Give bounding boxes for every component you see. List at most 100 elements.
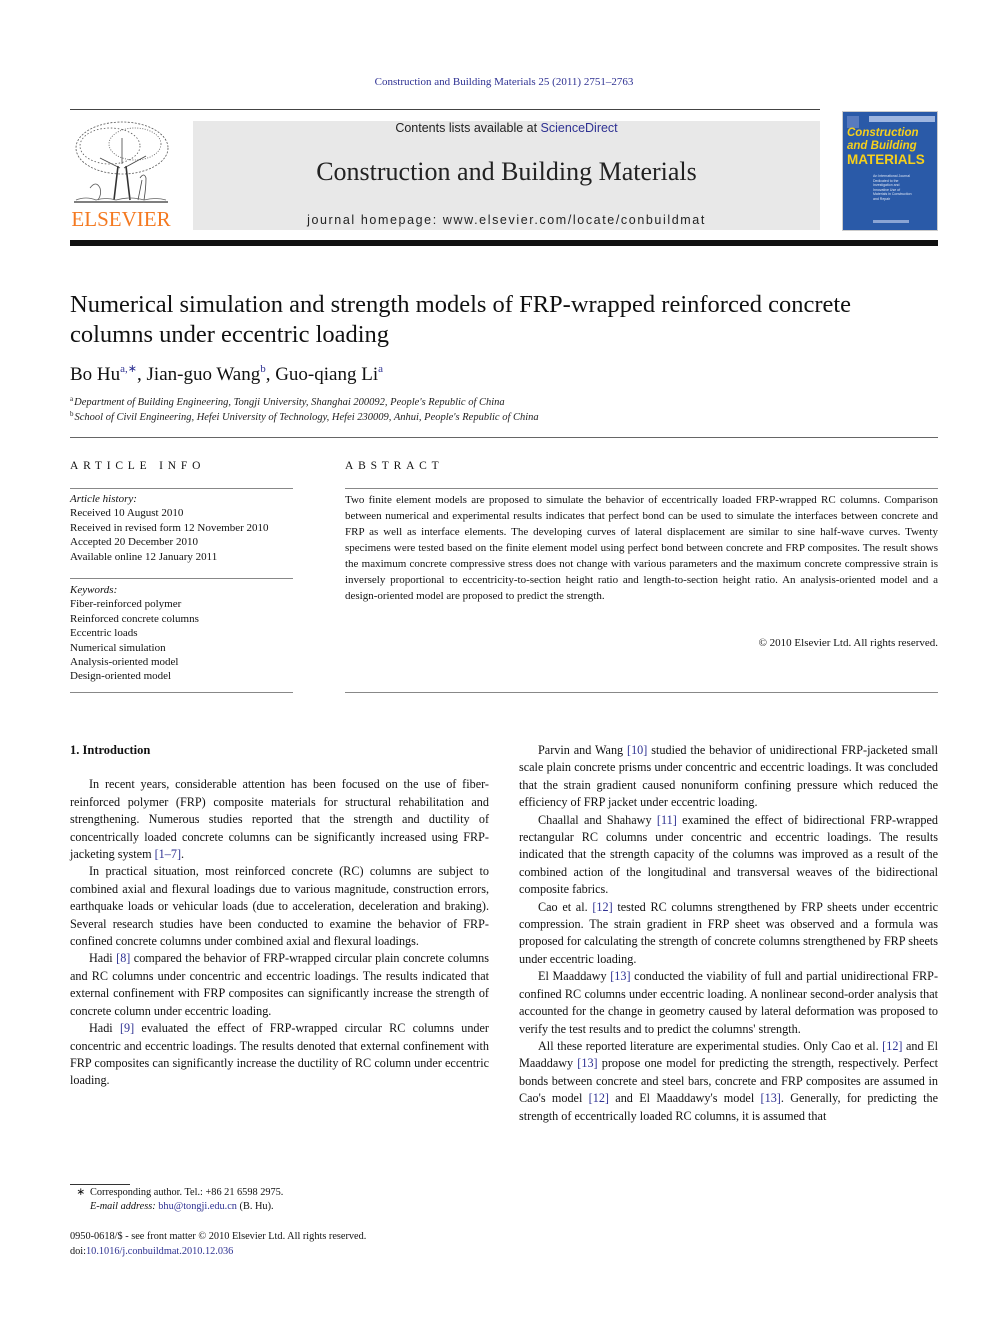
elsevier-logo[interactable]: ELSEVIER: [70, 118, 172, 232]
paragraph-text: In recent years, considerable attention …: [70, 777, 489, 862]
paragraph-text: All these reported literature are experi…: [538, 1038, 883, 1053]
cover-bar: [869, 116, 935, 122]
cover-subtitle: An International Journal Dedicated to th…: [873, 174, 912, 201]
keywords-label: Keywords:: [70, 584, 118, 596]
header-rule: [70, 109, 820, 110]
history-item: Received 10 August 2010: [70, 507, 184, 520]
author-name: Bo Hu: [70, 364, 121, 385]
journal-homepage[interactable]: journal homepage: www.elsevier.com/locat…: [193, 213, 820, 227]
article-info-rule: [70, 692, 293, 693]
cover-publisher-mark: [873, 220, 909, 223]
paragraph-text: Parvin and Wang: [538, 743, 628, 757]
history-item: Received in revised form 12 November 201…: [70, 521, 269, 534]
body-paragraph: All these reported literature are experi…: [519, 1038, 938, 1125]
tree-icon: [74, 121, 169, 203]
abstract-rule: [345, 692, 938, 693]
citation-link[interactable]: [13]: [610, 969, 630, 983]
affiliation-marker: a: [70, 395, 74, 403]
body-column-left: 1. Introduction In recent years, conside…: [70, 742, 489, 1090]
email-suffix: (B. Hu).: [236, 1201, 274, 1212]
paragraph-text: Chaallal and Shahawy: [538, 812, 657, 827]
keyword-item: Analysis-oriented model: [70, 656, 179, 669]
citation-link[interactable]: [9]: [120, 1021, 134, 1035]
sciencedirect-link[interactable]: ScienceDirect: [541, 121, 618, 135]
author-name: Jian-guo Wang: [146, 364, 261, 385]
abstract-heading: ABSTRACT: [345, 460, 444, 472]
citation-link[interactable]: [1–7]: [155, 847, 181, 861]
email-link[interactable]: bhu@tongji.edu.cn: [158, 1201, 237, 1212]
abstract-rule: [345, 488, 938, 489]
affiliation-b: bSchool of Civil Engineering, Hefei Univ…: [70, 410, 539, 423]
author-affiliation-marker[interactable]: a: [378, 363, 383, 375]
author-list: Bo Hua,∗, Jian-guo Wangb, Guo-qiang Lia: [70, 363, 383, 385]
cover-title: Construction and Building MATERIALS: [847, 127, 937, 166]
citation-link[interactable]: [12]: [882, 1039, 902, 1053]
journal-reference[interactable]: Construction and Building Materials 25 (…: [0, 76, 992, 88]
doi-label: doi:: [70, 1245, 87, 1257]
journal-masthead: Contents lists available at ScienceDirec…: [193, 121, 820, 230]
citation-link[interactable]: [12]: [589, 1091, 609, 1105]
corresponding-author-footnote: ∗ Corresponding author. Tel.: +86 21 6598…: [70, 1186, 283, 1201]
author-affiliation-marker[interactable]: a,∗: [120, 363, 137, 375]
footnote-rule: [70, 1184, 130, 1185]
affiliation-marker: b: [70, 410, 74, 418]
citation-link[interactable]: [12]: [592, 900, 612, 914]
keyword-item: Reinforced concrete columns: [70, 612, 199, 625]
keyword-item: Fiber-reinforced polymer: [70, 598, 182, 611]
history-item: Available online 12 January 2011: [70, 550, 218, 563]
paragraph-text: Hadi: [89, 951, 117, 966]
journal-cover[interactable]: Construction and Building MATERIALS An I…: [842, 111, 938, 231]
article-history: Article history: Received 10 August 2010…: [70, 492, 310, 564]
paragraph-text: Hadi: [89, 1021, 120, 1036]
doi-link[interactable]: 10.1016/j.conbuildmat.2010.12.036: [86, 1246, 233, 1257]
citation-link[interactable]: [13]: [577, 1056, 597, 1070]
body-paragraph: Parvin and Wang [10] studied the behavio…: [519, 742, 938, 812]
article-info-rule: [70, 578, 293, 579]
paragraph-text: In practical situation, most reinforced …: [70, 864, 489, 949]
article-info-heading: ARTICLE INFO: [70, 460, 206, 472]
cover-title-line3: MATERIALS: [847, 152, 925, 167]
elsevier-wordmark: ELSEVIER: [71, 207, 171, 231]
keyword-item: Numerical simulation: [70, 641, 166, 654]
body-column-right: Parvin and Wang [10] studied the behavio…: [519, 742, 938, 1125]
abstract-copyright: © 2010 Elsevier Ltd. All rights reserved…: [758, 637, 938, 649]
citation-link[interactable]: [8]: [116, 951, 130, 965]
contents-prefix: Contents lists available at: [395, 121, 541, 135]
body-paragraph: In practical situation, most reinforced …: [70, 863, 489, 950]
body-paragraph: El Maaddawy [13] conducted the viability…: [519, 968, 938, 1038]
left-paragraphs: In recent years, considerable attention …: [70, 776, 489, 1089]
contents-line: Contents lists available at ScienceDirec…: [193, 121, 820, 135]
article-info-rule: [70, 488, 293, 489]
paragraph-text: Cao et al.: [538, 899, 593, 914]
affiliation-rule: [70, 437, 938, 438]
header-thick-rule: [70, 240, 938, 246]
keywords: Keywords: Fiber-reinforced polymer Reinf…: [70, 583, 310, 684]
affiliation-text: School of Civil Engineering, Hefei Unive…: [74, 412, 539, 423]
affiliation-a: aDepartment of Building Engineering, Ton…: [70, 395, 505, 408]
article-title: Numerical simulation and strength models…: [70, 291, 852, 348]
doi-line: doi:10.1016/j.conbuildmat.2010.12.036: [70, 1245, 366, 1260]
corresponding-author-text: Corresponding author. Tel.: +86 21 6598 …: [90, 1187, 284, 1198]
paragraph-text: and El Maaddawy's model: [608, 1091, 761, 1106]
body-paragraph: Hadi [9] evaluated the effect of FRP-wra…: [70, 1020, 489, 1090]
body-paragraph: In recent years, considerable attention …: [70, 776, 489, 863]
citation-link[interactable]: [13]: [761, 1091, 781, 1105]
citation-link[interactable]: [10]: [627, 743, 647, 757]
cover-title-line1: Construction: [847, 127, 919, 139]
keyword-item: Eccentric loads: [70, 627, 138, 640]
journal-title: Construction and Building Materials: [316, 157, 697, 186]
body-paragraph: Hadi [8] compared the behavior of FRP-wr…: [70, 950, 489, 1020]
affiliation-text: Department of Building Engineering, Tong…: [74, 397, 505, 408]
body-paragraph: Cao et al. [12] tested RC columns streng…: [519, 899, 938, 969]
citation-link[interactable]: [11]: [657, 813, 677, 827]
keyword-item: Design-oriented model: [70, 670, 172, 683]
email-footnote: E-mail address: bhu@tongji.edu.cn (B. Hu…: [70, 1200, 274, 1215]
history-label: Article history:: [70, 493, 137, 505]
history-item: Accepted 20 December 2010: [70, 536, 198, 549]
issn-line: 0950-0618/$ - see front matter © 2010 El…: [70, 1231, 367, 1242]
author-affiliation-marker[interactable]: b: [260, 363, 266, 375]
paragraph-text: El Maaddawy: [538, 969, 611, 984]
paragraph-text: compared the behavior of FRP-wrapped cir…: [70, 951, 489, 1018]
footnote-marker: ∗: [76, 1187, 85, 1198]
section-heading: 1. Introduction: [70, 743, 151, 757]
